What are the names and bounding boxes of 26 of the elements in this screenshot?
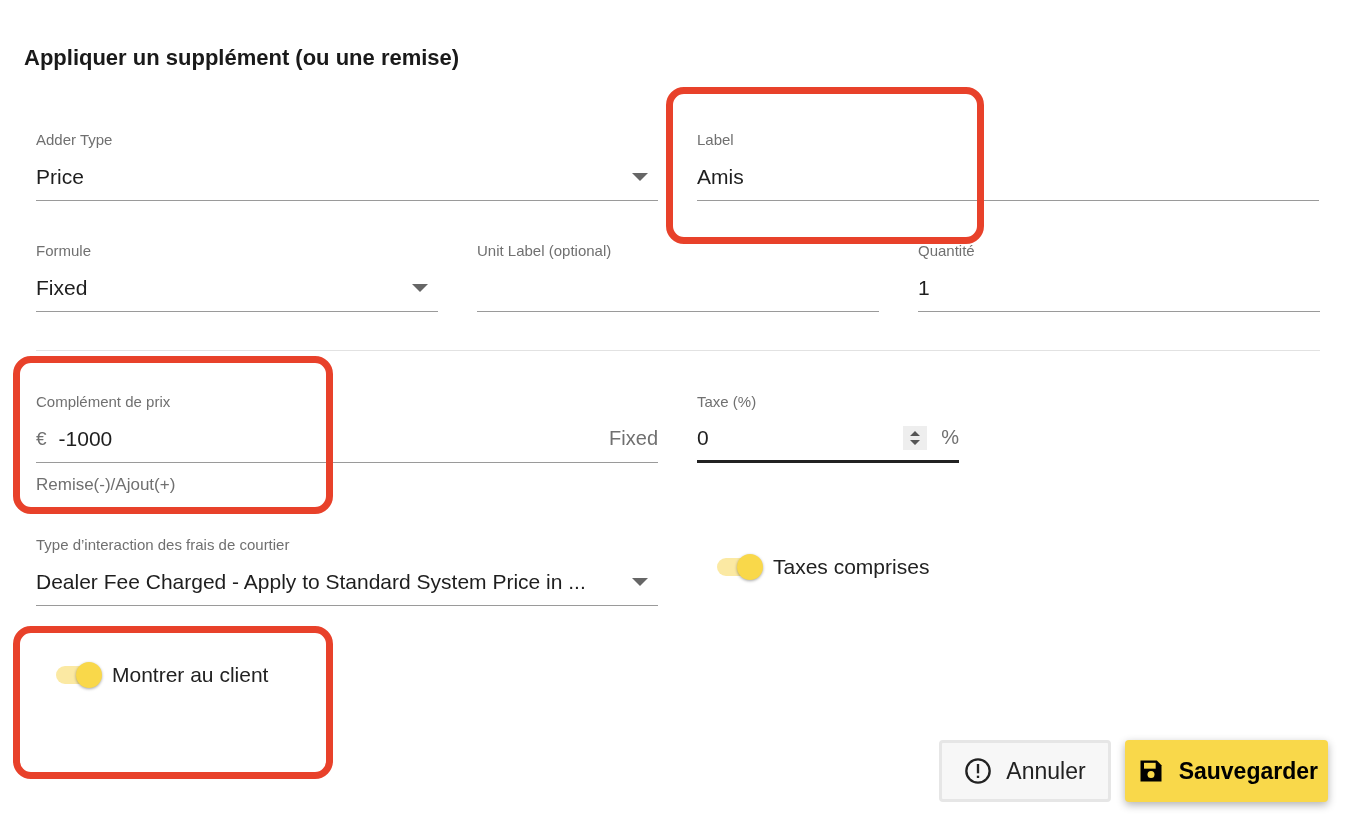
field-label: Unit Label (optional) [477, 242, 612, 260]
input-field[interactable]: € -1000 Fixed [36, 415, 658, 463]
dialog-title: Appliquer un supplément (ou une remise) [24, 44, 461, 72]
caret-icon [632, 172, 648, 181]
field-label: Quantité [918, 242, 975, 260]
field-label: Formule [36, 242, 91, 260]
caret-icon [632, 577, 648, 586]
helper-text: Remise(-)/Ajout(+) [36, 475, 176, 495]
input-field[interactable]: 0 % [697, 415, 959, 463]
field-label: Taxe (%) [697, 393, 757, 411]
save-button[interactable]: Sauvegarder [1124, 740, 1328, 802]
select-field[interactable]: Price [36, 153, 658, 201]
select-field[interactable]: Dealer Fee Charged - Apply to Standard System Price in ... [36, 558, 658, 606]
field-label: Type d’interaction des frais de courtier [36, 536, 290, 554]
field-label: Adder Type [36, 131, 113, 149]
toggle-label: Taxes comprises [773, 555, 930, 579]
input-field[interactable]: Amis [697, 153, 1319, 201]
spinner-icon[interactable] [903, 425, 928, 450]
alert-icon [964, 757, 993, 785]
caret-icon [412, 283, 428, 292]
select-field[interactable]: Fixed [36, 264, 438, 312]
field-label: Label [697, 131, 734, 149]
input-field[interactable]: 1 [918, 264, 1320, 312]
field-label: Complément de prix [36, 393, 171, 411]
cancel-button[interactable]: Annuler [939, 740, 1111, 802]
toggle-label: Montrer au client [112, 663, 269, 687]
